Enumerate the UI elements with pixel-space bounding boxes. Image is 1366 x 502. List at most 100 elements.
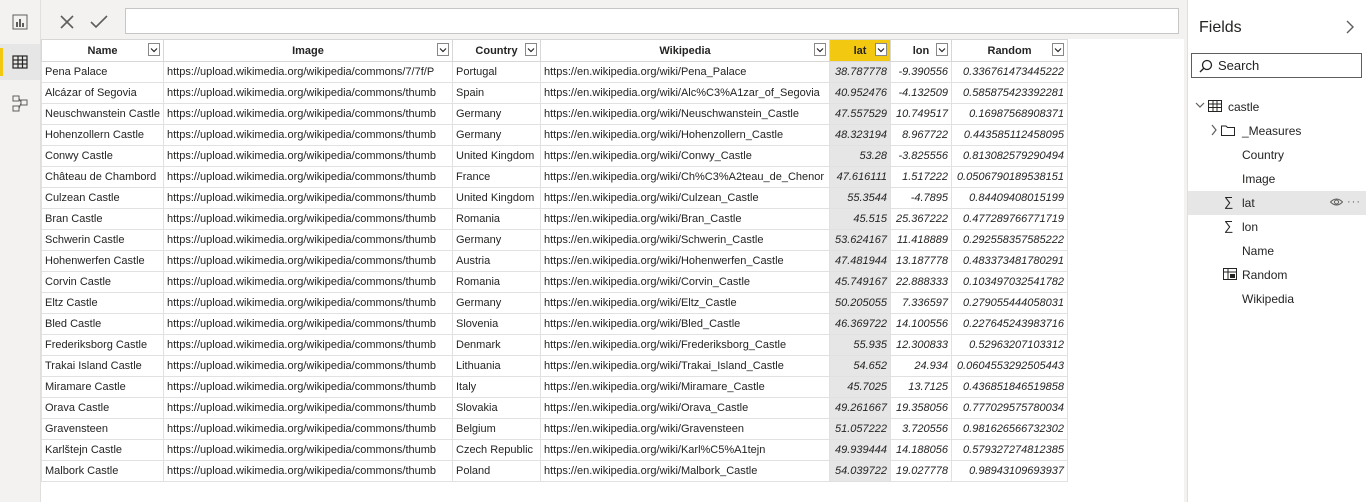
cell-random[interactable]: 0.336761473445222	[951, 61, 1068, 83]
cell-image[interactable]: https://upload.wikimedia.org/wikipedia/c…	[163, 355, 453, 377]
cell-lon[interactable]: -9.390556	[890, 61, 952, 83]
cell-wikipedia[interactable]: https://en.wikipedia.org/wiki/Gravenstee…	[540, 418, 830, 440]
column-filter-button[interactable]	[525, 43, 537, 56]
cell-wikipedia[interactable]: https://en.wikipedia.org/wiki/Pena_Palac…	[540, 61, 830, 83]
hide-in-report-icon[interactable]	[1330, 197, 1343, 207]
cell-wikipedia[interactable]: https://en.wikipedia.org/wiki/Malbork_Ca…	[540, 460, 830, 482]
cell-lat[interactable]: 54.652	[829, 355, 891, 377]
column-header-image[interactable]: Image	[163, 39, 453, 62]
cell-lon[interactable]: 7.336597	[890, 292, 952, 314]
cell-name[interactable]: Château de Chambord	[41, 166, 164, 188]
table-row[interactable]: Hohenwerfen Castle https://upload.wikimed…	[41, 250, 1068, 272]
cell-wikipedia[interactable]: https://en.wikipedia.org/wiki/Ch%C3%A2te…	[540, 166, 830, 188]
cell-random[interactable]: 0.16987568908371	[951, 103, 1068, 125]
table-row[interactable]: Eltz Castle https://upload.wikimedia.org/…	[41, 292, 1068, 314]
cell-name[interactable]: Hohenzollern Castle	[41, 124, 164, 146]
cell-random[interactable]: 0.84409408015199	[951, 187, 1068, 209]
cell-image[interactable]: https://upload.wikimedia.org/wikipedia/c…	[163, 208, 453, 230]
cell-lat[interactable]: 53.28	[829, 145, 891, 167]
cell-image[interactable]: https://upload.wikimedia.org/wikipedia/c…	[163, 376, 453, 398]
column-header-lon[interactable]: lon	[890, 39, 952, 62]
column-filter-button[interactable]	[1052, 43, 1064, 56]
cell-lon[interactable]: 8.967722	[890, 124, 952, 146]
field-item-lon[interactable]: ∑ lon	[1188, 215, 1366, 239]
cell-lat[interactable]: 51.057222	[829, 418, 891, 440]
cell-lon[interactable]: 11.418889	[890, 229, 952, 251]
cell-lon[interactable]: 25.367222	[890, 208, 952, 230]
formula-input[interactable]	[125, 8, 1179, 34]
cell-image[interactable]: https://upload.wikimedia.org/wikipedia/c…	[163, 124, 453, 146]
cell-country[interactable]: Lithuania	[452, 355, 541, 377]
cell-name[interactable]: Karlštejn Castle	[41, 439, 164, 461]
cell-wikipedia[interactable]: https://en.wikipedia.org/wiki/Neuschwans…	[540, 103, 830, 125]
cell-lon[interactable]: 1.517222	[890, 166, 952, 188]
table-row[interactable]: Culzean Castle https://upload.wikimedia.o…	[41, 187, 1068, 209]
collapse-pane-button[interactable]	[1343, 19, 1357, 35]
cell-random[interactable]: 0.813082579290494	[951, 145, 1068, 167]
cell-lat[interactable]: 45.7025	[829, 376, 891, 398]
column-filter-button[interactable]	[814, 43, 826, 56]
cell-country[interactable]: Poland	[452, 460, 541, 482]
cell-lon[interactable]: -4.132509	[890, 82, 952, 104]
cell-random[interactable]: 0.585875423392281	[951, 82, 1068, 104]
column-filter-button[interactable]	[437, 43, 449, 56]
cell-country[interactable]: United Kingdom	[452, 145, 541, 167]
table-row[interactable]: Pena Palace https://upload.wikimedia.org/…	[41, 61, 1068, 83]
cell-wikipedia[interactable]: https://en.wikipedia.org/wiki/Frederiksb…	[540, 334, 830, 356]
cell-lat[interactable]: 55.3544	[829, 187, 891, 209]
column-header-name[interactable]: Name	[41, 39, 164, 62]
cell-wikipedia[interactable]: https://en.wikipedia.org/wiki/Bled_Castl…	[540, 313, 830, 335]
cell-lon[interactable]: 13.187778	[890, 250, 952, 272]
cell-country[interactable]: Germany	[452, 103, 541, 125]
cell-country[interactable]: Portugal	[452, 61, 541, 83]
cell-lon[interactable]: 22.888333	[890, 271, 952, 293]
cell-image[interactable]: https://upload.wikimedia.org/wikipedia/c…	[163, 145, 453, 167]
cell-name[interactable]: Bran Castle	[41, 208, 164, 230]
cell-lon[interactable]: 14.188056	[890, 439, 952, 461]
field-item-random[interactable]: Random	[1188, 263, 1366, 287]
cell-country[interactable]: Belgium	[452, 418, 541, 440]
cell-random[interactable]: 0.477289766771719	[951, 208, 1068, 230]
cell-lat[interactable]: 40.952476	[829, 82, 891, 104]
cell-lat[interactable]: 47.557529	[829, 103, 891, 125]
field-item-image[interactable]: Image	[1188, 167, 1366, 191]
commit-formula-button[interactable]	[87, 11, 111, 33]
column-filter-button[interactable]	[936, 43, 948, 56]
table-row[interactable]: Trakai Island Castle https://upload.wikim…	[41, 355, 1068, 377]
table-row[interactable]: Château de Chambord https://upload.wikime…	[41, 166, 1068, 188]
cell-name[interactable]: Gravensteen	[41, 418, 164, 440]
cell-lon[interactable]: 19.027778	[890, 460, 952, 482]
table-row[interactable]: Orava Castle https://upload.wikimedia.org…	[41, 397, 1068, 419]
cell-image[interactable]: https://upload.wikimedia.org/wikipedia/c…	[163, 460, 453, 482]
cell-lat[interactable]: 49.939444	[829, 439, 891, 461]
cell-wikipedia[interactable]: https://en.wikipedia.org/wiki/Orava_Cast…	[540, 397, 830, 419]
cell-lon[interactable]: 10.749517	[890, 103, 952, 125]
cell-country[interactable]: Spain	[452, 82, 541, 104]
column-filter-button[interactable]	[875, 43, 887, 56]
field-item-measures[interactable]: _Measures	[1188, 119, 1366, 143]
cell-random[interactable]: 0.103497032541782	[951, 271, 1068, 293]
cell-image[interactable]: https://upload.wikimedia.org/wikipedia/c…	[163, 313, 453, 335]
table-row[interactable]: Miramare Castle https://upload.wikimedia.…	[41, 376, 1068, 398]
cell-random[interactable]: 0.981626566732302	[951, 418, 1068, 440]
cell-country[interactable]: Czech Republic	[452, 439, 541, 461]
table-row[interactable]: Karlštejn Castle https://upload.wikimedia…	[41, 439, 1068, 461]
cell-wikipedia[interactable]: https://en.wikipedia.org/wiki/Trakai_Isl…	[540, 355, 830, 377]
cell-country[interactable]: Romania	[452, 208, 541, 230]
table-row[interactable]: Conwy Castle https://upload.wikimedia.org…	[41, 145, 1068, 167]
cell-random[interactable]: 0.777029575780034	[951, 397, 1068, 419]
cell-lat[interactable]: 48.323194	[829, 124, 891, 146]
cell-name[interactable]: Frederiksborg Castle	[41, 334, 164, 356]
cell-lat[interactable]: 55.935	[829, 334, 891, 356]
cell-image[interactable]: https://upload.wikimedia.org/wikipedia/c…	[163, 418, 453, 440]
cell-wikipedia[interactable]: https://en.wikipedia.org/wiki/Hohenzolle…	[540, 124, 830, 146]
report-view-button[interactable]	[0, 4, 40, 40]
cell-image[interactable]: https://upload.wikimedia.org/wikipedia/c…	[163, 292, 453, 314]
cell-random[interactable]: 0.279055444058031	[951, 292, 1068, 314]
cell-lon[interactable]: 13.7125	[890, 376, 952, 398]
cell-name[interactable]: Trakai Island Castle	[41, 355, 164, 377]
cell-wikipedia[interactable]: https://en.wikipedia.org/wiki/Eltz_Castl…	[540, 292, 830, 314]
cell-name[interactable]: Neuschwanstein Castle	[41, 103, 164, 125]
cell-country[interactable]: Germany	[452, 124, 541, 146]
cell-wikipedia[interactable]: https://en.wikipedia.org/wiki/Miramare_C…	[540, 376, 830, 398]
